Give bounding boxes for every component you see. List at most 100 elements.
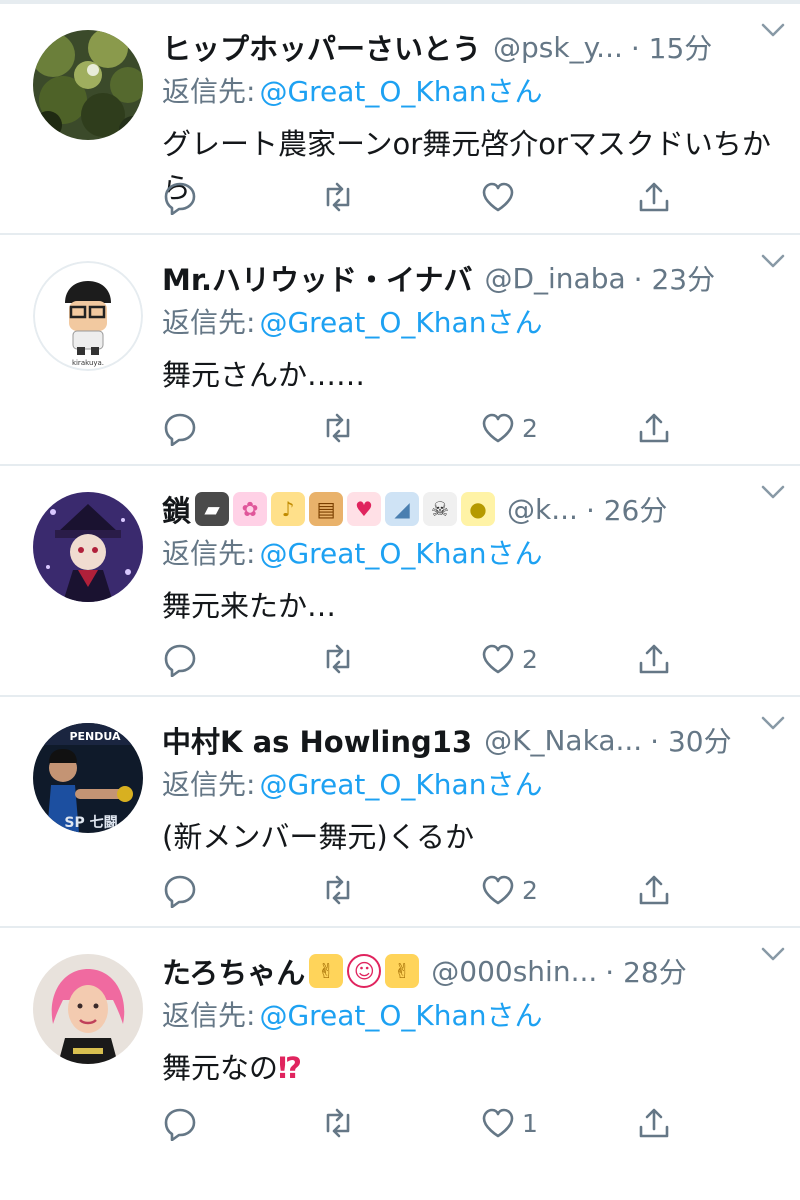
timestamp[interactable]: · 23分: [634, 258, 715, 298]
reply-button[interactable]: [162, 175, 198, 219]
tweet-actions: 1: [162, 1101, 722, 1145]
avatar-caption-secondary: SP 七闘: [64, 814, 117, 831]
reply-feed: ヒップホッパーさいとう @psk_y... · 15分 返信先: @Great_O…: [0, 0, 800, 1200]
tweet-header: たろちゃん ✌ ☺ ✌ @000shin... · 28分: [162, 948, 777, 994]
reply-target-link[interactable]: @Great_O_Khanさん: [259, 537, 542, 570]
retweet-icon: [326, 413, 350, 443]
reply-button[interactable]: [162, 406, 198, 450]
heart-icon: [482, 182, 514, 212]
retweet-button[interactable]: [320, 1101, 356, 1145]
reply-context: 返信先: @Great_O_Khanさん: [162, 301, 777, 345]
chevron-down-icon[interactable]: [760, 20, 786, 40]
reply-icon: [164, 644, 196, 677]
like-count: 2: [522, 413, 538, 443]
chevron-down-icon[interactable]: [760, 944, 786, 964]
bell-emoji: ♪: [271, 492, 306, 526]
tweet-actions: 2: [162, 406, 722, 450]
like-button[interactable]: [480, 175, 522, 219]
tweet-text-container: 舞元なの⁉: [162, 1046, 772, 1090]
chevron-down-icon[interactable]: [760, 251, 786, 271]
reply-target-link[interactable]: @Great_O_Khanさん: [259, 999, 542, 1032]
timestamp[interactable]: · 30分: [650, 720, 731, 760]
user-handle[interactable]: @000shin...: [431, 955, 597, 988]
avatar[interactable]: [33, 492, 143, 602]
cartoon-avatar-image: kirakuya.: [33, 261, 143, 371]
like-button[interactable]: 2: [480, 637, 538, 681]
tweet-header: Mr.ハリウッド・イナバ @D_inaba · 23分: [162, 255, 777, 301]
user-handle[interactable]: @D_inaba: [484, 262, 625, 295]
tweet-card[interactable]: kirakuya. Mr.ハリウッド・イナバ @D_inaba · 23分 返信…: [0, 235, 800, 466]
exclamation-question-emoji: ⁉: [278, 1051, 303, 1085]
reply-prefix: 返信先:: [162, 75, 256, 108]
share-button[interactable]: [636, 406, 672, 450]
timestamp[interactable]: · 26分: [586, 489, 667, 529]
retweet-button[interactable]: [320, 868, 356, 912]
reply-prefix: 返信先:: [162, 306, 256, 339]
chevron-down-icon[interactable]: [760, 482, 786, 502]
reply-target-link[interactable]: @Great_O_Khanさん: [259, 75, 542, 108]
avatar[interactable]: kirakuya.: [33, 261, 143, 371]
tweet-card[interactable]: たろちゃん ✌ ☺ ✌ @000shin... · 28分 返信先: @Great…: [0, 928, 800, 1159]
user-handle[interactable]: @K_Naka...: [484, 724, 642, 757]
like-button[interactable]: 2: [480, 406, 538, 450]
avatar[interactable]: [33, 954, 143, 1064]
display-name[interactable]: たろちゃん: [162, 950, 305, 992]
share-button[interactable]: [636, 175, 672, 219]
sign-of-horns-emoji: ✌: [309, 954, 344, 988]
reply-icon: [164, 182, 196, 215]
avatar-caption: kirakuya.: [72, 359, 104, 367]
tweet-text: (新メンバー舞元)くるか: [162, 820, 475, 854]
tweet-actions: 2: [162, 868, 722, 912]
avatar[interactable]: PENDUA SP 七闘: [33, 723, 143, 833]
reply-button[interactable]: [162, 1101, 198, 1145]
retweet-button[interactable]: [320, 637, 356, 681]
tweet-card[interactable]: ヒップホッパーさいとう @psk_y... · 15分 返信先: @Great_O…: [0, 4, 800, 235]
display-name[interactable]: ヒップホッパーさいとう: [162, 26, 481, 68]
reply-icon: [164, 1108, 196, 1141]
retweet-icon: [326, 1108, 350, 1138]
reply-target-link[interactable]: @Great_O_Khanさん: [259, 306, 542, 339]
tulip-emoji: ♥: [347, 492, 382, 526]
retweet-button[interactable]: [320, 406, 356, 450]
chevron-down-icon[interactable]: [760, 713, 786, 733]
tweet-card[interactable]: 鎖 ▰ ✿ ♪ ▤ ♥ ◢ ☠ ● @k... · 26分 返信先: @Great…: [0, 466, 800, 697]
like-button[interactable]: 1: [480, 1101, 538, 1145]
tweet-text: 舞元さんか……: [162, 358, 366, 392]
user-handle[interactable]: @k...: [507, 493, 578, 526]
retweet-button[interactable]: [320, 175, 356, 219]
share-icon: [639, 182, 669, 212]
whisky-glass-emoji: ▤: [309, 492, 344, 526]
display-name[interactable]: 鎖: [162, 488, 191, 530]
like-count: 2: [522, 875, 538, 905]
retweet-icon: [326, 644, 350, 674]
retweet-icon: [326, 875, 350, 905]
avatar[interactable]: [33, 30, 143, 140]
lemon-emoji: ●: [461, 492, 496, 526]
heart-icon: [482, 413, 514, 443]
reply-button[interactable]: [162, 637, 198, 681]
share-button[interactable]: [636, 868, 672, 912]
display-name[interactable]: Mr.ハリウッド・イナバ: [162, 257, 472, 299]
timestamp[interactable]: · 15分: [631, 27, 712, 67]
share-icon: [639, 413, 669, 443]
reply-button[interactable]: [162, 868, 198, 912]
display-name[interactable]: 中村K as Howling13: [162, 719, 472, 761]
sign-of-horns-emoji: ✌: [385, 954, 420, 988]
timestamp[interactable]: · 28分: [605, 951, 686, 991]
reply-prefix: 返信先:: [162, 999, 256, 1032]
heart-icon: [482, 644, 514, 674]
reply-icon: [164, 875, 196, 908]
share-button[interactable]: [636, 1101, 672, 1145]
like-button[interactable]: 2: [480, 868, 538, 912]
tweet-header: 鎖 ▰ ✿ ♪ ▤ ♥ ◢ ☠ ● @k... · 26分: [162, 486, 777, 532]
reply-icon: [164, 413, 196, 446]
video-game-emoji: ▰: [195, 492, 230, 526]
pink-hair-avatar-image: [33, 954, 143, 1064]
fighter-avatar-image: PENDUA SP 七闘: [33, 723, 143, 833]
name-emojis: ▰ ✿ ♪ ▤ ♥ ◢ ☠ ●: [195, 492, 496, 526]
tweet-card[interactable]: PENDUA SP 七闘 中村K as Howling13 @K_Naka...…: [0, 697, 800, 928]
user-handle[interactable]: @psk_y...: [493, 31, 623, 64]
reply-target-link[interactable]: @Great_O_Khanさん: [259, 768, 542, 801]
share-button[interactable]: [636, 637, 672, 681]
reply-context: 返信先: @Great_O_Khanさん: [162, 994, 777, 1038]
